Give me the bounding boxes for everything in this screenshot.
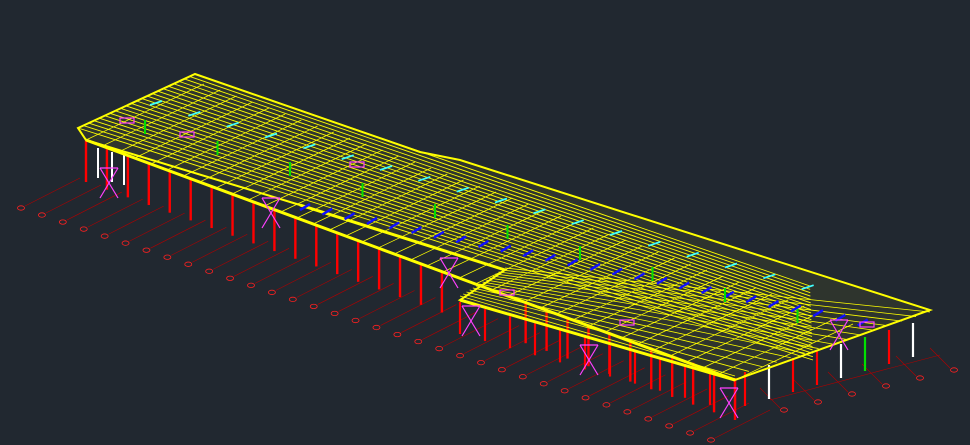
grid-bubble-icon bbox=[882, 383, 890, 389]
grid-line bbox=[401, 304, 457, 333]
grid-line bbox=[233, 248, 290, 277]
grid-bubble-icon bbox=[916, 375, 924, 381]
grid-line bbox=[673, 395, 729, 425]
grid-bubble-icon bbox=[121, 240, 130, 246]
grid-bubble-icon bbox=[560, 388, 569, 394]
roof-beam bbox=[146, 95, 812, 317]
grid-line bbox=[45, 184, 102, 214]
grid-bubble-icon bbox=[477, 360, 485, 366]
grid-bubble-icon bbox=[309, 303, 318, 310]
grid-bubble-icon bbox=[707, 437, 715, 443]
grid-bubble-icon bbox=[372, 324, 381, 331]
grid-line bbox=[254, 255, 311, 284]
grid-line bbox=[505, 339, 562, 368]
grid-line bbox=[108, 205, 164, 235]
grid-bubble-icon bbox=[950, 367, 958, 373]
roof-beam bbox=[157, 90, 812, 310]
grid-line bbox=[87, 198, 143, 228]
grid-line bbox=[422, 311, 478, 340]
grid-line bbox=[338, 283, 394, 312]
grid-bubble-icon bbox=[79, 226, 88, 232]
roof-beam bbox=[99, 117, 813, 347]
grid-bubble-icon bbox=[780, 407, 788, 413]
grid-bubble-icon bbox=[623, 409, 632, 415]
grid-bubble-icon bbox=[644, 416, 653, 422]
grid-bubble-icon bbox=[414, 338, 423, 345]
grid-bubble-icon bbox=[58, 219, 67, 225]
grid-line bbox=[484, 332, 541, 361]
grid-line bbox=[275, 262, 332, 291]
grid-bubble-icon bbox=[330, 310, 339, 317]
grid-bubble-icon bbox=[581, 395, 590, 401]
roof-beam bbox=[152, 93, 812, 314]
grid-line bbox=[589, 367, 645, 397]
grid-bubble-icon bbox=[602, 402, 611, 408]
grid-bubble-icon bbox=[456, 353, 464, 359]
grid-line bbox=[380, 297, 436, 326]
grid-bubble-icon bbox=[226, 275, 234, 281]
grid-line bbox=[547, 353, 603, 383]
grid-bubble-icon bbox=[539, 381, 548, 387]
grid-bubble-icon bbox=[205, 268, 214, 274]
grid-line bbox=[192, 233, 248, 263]
grid-bubble-icon bbox=[100, 233, 109, 239]
grid-bubble-icon bbox=[393, 331, 402, 338]
grid-line bbox=[171, 226, 227, 256]
roof-beam bbox=[104, 115, 813, 344]
grid-line bbox=[150, 219, 206, 249]
structural-model-drawing[interactable] bbox=[0, 0, 970, 445]
grid-bubble-icon bbox=[288, 296, 297, 302]
grid-line bbox=[213, 241, 269, 270]
grid-line bbox=[929, 347, 951, 369]
grid-bubble-icon bbox=[665, 423, 674, 429]
grid-bubble-icon bbox=[848, 391, 856, 397]
grid-bubble-icon bbox=[163, 254, 172, 260]
grid-bubble-icon bbox=[686, 430, 694, 436]
grid-line bbox=[24, 177, 81, 207]
grid-line bbox=[568, 360, 624, 390]
cad-model-viewport[interactable] bbox=[0, 0, 970, 445]
grid-line bbox=[714, 409, 771, 439]
grid-line bbox=[631, 381, 687, 411]
grid-line bbox=[652, 388, 708, 418]
grid-line bbox=[317, 276, 373, 305]
grid-bubble-icon bbox=[518, 374, 527, 380]
grid-line bbox=[443, 318, 499, 347]
grid-bubble-icon bbox=[142, 247, 151, 253]
grid-line bbox=[359, 290, 415, 319]
roof-frame-layer bbox=[76, 72, 934, 382]
grid-bubble-icon bbox=[268, 289, 276, 295]
grid-bubble-icon bbox=[17, 205, 25, 211]
grid-bubble-icon bbox=[498, 367, 506, 373]
grid-bubble-icon bbox=[247, 282, 255, 288]
grid-bubble-icon bbox=[814, 399, 822, 405]
grid-line bbox=[793, 379, 815, 401]
grid-line bbox=[129, 212, 185, 242]
roof-beam bbox=[93, 120, 813, 351]
grid-bubble-icon bbox=[351, 317, 360, 324]
grid-bubble-icon bbox=[184, 261, 193, 267]
grid-line bbox=[296, 269, 352, 298]
grid-bubble-icon bbox=[435, 346, 444, 352]
grid-line bbox=[610, 374, 666, 404]
roof-beam bbox=[162, 88, 811, 307]
grid-line bbox=[66, 191, 122, 221]
grid-line bbox=[693, 402, 750, 432]
grid-bubble-icon bbox=[38, 212, 46, 218]
